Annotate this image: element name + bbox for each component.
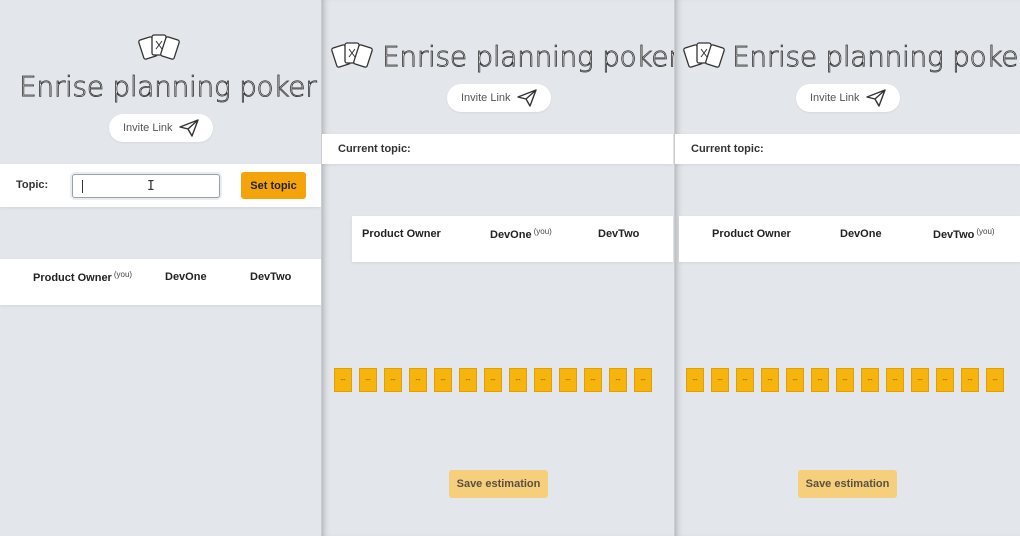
player-devtwo: DevTwo xyxy=(598,228,640,240)
poker-card[interactable]: -- xyxy=(409,368,427,392)
poker-card[interactable]: -- xyxy=(609,368,627,392)
poker-card[interactable]: -- xyxy=(434,368,452,392)
current-topic-card: Current topic: xyxy=(675,134,1020,164)
window-product-owner: Enrise planning poker Invite Link Topic:… xyxy=(0,0,321,536)
player-devtwo: DevTwo (you) xyxy=(933,227,995,241)
invite-link-label: Invite Link xyxy=(461,92,511,104)
player-devtwo: DevTwo xyxy=(250,271,292,283)
poker-card[interactable]: -- xyxy=(911,368,929,392)
poker-card[interactable]: -- xyxy=(559,368,577,392)
text-caret xyxy=(82,180,83,193)
invite-link-button[interactable]: Invite Link xyxy=(109,114,213,142)
playing-cards-icon xyxy=(683,42,725,68)
you-tag: (you) xyxy=(976,227,995,236)
players-card: Product Owner (you) DevOne DevTwo xyxy=(0,259,321,305)
poker-card[interactable]: -- xyxy=(736,368,754,392)
poker-card[interactable]: -- xyxy=(861,368,879,392)
set-topic-button[interactable]: Set topic xyxy=(241,172,306,199)
poker-card[interactable]: -- xyxy=(584,368,602,392)
you-tag: (you) xyxy=(533,227,552,236)
poker-card[interactable]: -- xyxy=(509,368,527,392)
player-product-owner: Product Owner (you) xyxy=(33,270,133,284)
invite-link-button[interactable]: Invite Link xyxy=(447,84,551,112)
player-product-owner: Product Owner xyxy=(712,228,791,240)
playing-cards-icon xyxy=(331,42,373,68)
poker-card[interactable]: -- xyxy=(986,368,1004,392)
poker-card[interactable]: -- xyxy=(534,368,552,392)
player-product-owner: Product Owner xyxy=(362,228,441,240)
paper-plane-icon xyxy=(178,119,199,137)
you-tag: (you) xyxy=(113,270,133,279)
paper-plane-icon xyxy=(516,89,537,107)
poker-card[interactable]: -- xyxy=(961,368,979,392)
window-devone: Enrise planning poker Invite Link Curren… xyxy=(321,0,674,536)
players-card: Product Owner DevOne (you) DevTwo xyxy=(352,216,673,262)
save-estimation-button[interactable]: Save estimation xyxy=(449,470,548,498)
text-cursor-icon: I xyxy=(147,179,155,194)
poker-card[interactable]: -- xyxy=(711,368,729,392)
invite-link-label: Invite Link xyxy=(123,122,173,134)
playing-cards-icon xyxy=(138,34,180,60)
poker-card[interactable]: -- xyxy=(634,368,652,392)
players-card: Product Owner DevOne DevTwo (you) xyxy=(679,216,1020,262)
estimation-cards: -- -- -- -- -- -- -- -- -- -- -- -- -- xyxy=(334,368,652,392)
topic-input[interactable]: I xyxy=(72,174,220,198)
current-topic-label: Current topic: xyxy=(691,143,764,155)
poker-card[interactable]: -- xyxy=(359,368,377,392)
current-topic-card: Current topic: xyxy=(322,134,673,164)
app-title: Enrise planning poker xyxy=(19,70,318,104)
paper-plane-icon xyxy=(865,89,886,107)
poker-card[interactable]: -- xyxy=(761,368,779,392)
invite-link-label: Invite Link xyxy=(810,92,860,104)
invite-link-button[interactable]: Invite Link xyxy=(796,84,900,112)
app-title: Enrise planning poker xyxy=(732,40,1020,74)
player-devone: DevOne (you) xyxy=(490,227,552,241)
poker-card[interactable]: -- xyxy=(886,368,904,392)
player-devone: DevOne xyxy=(165,271,207,283)
poker-card[interactable]: -- xyxy=(836,368,854,392)
poker-card[interactable]: -- xyxy=(459,368,477,392)
current-topic-label: Current topic: xyxy=(338,143,411,155)
poker-card[interactable]: -- xyxy=(936,368,954,392)
player-devone: DevOne xyxy=(840,228,882,240)
poker-card[interactable]: -- xyxy=(334,368,352,392)
app-title: Enrise planning poker xyxy=(382,40,674,74)
estimation-cards: -- -- -- -- -- -- -- -- -- -- -- -- -- xyxy=(686,368,1004,392)
topic-card: Topic: I Set topic xyxy=(0,164,321,207)
poker-card[interactable]: -- xyxy=(484,368,502,392)
poker-card[interactable]: -- xyxy=(686,368,704,392)
poker-card[interactable]: -- xyxy=(384,368,402,392)
poker-card[interactable]: -- xyxy=(811,368,829,392)
window-devtwo: Enrise planning poker Invite Link Curren… xyxy=(674,0,1020,536)
save-estimation-button[interactable]: Save estimation xyxy=(798,470,897,498)
topic-label: Topic: xyxy=(16,179,49,191)
poker-card[interactable]: -- xyxy=(786,368,804,392)
